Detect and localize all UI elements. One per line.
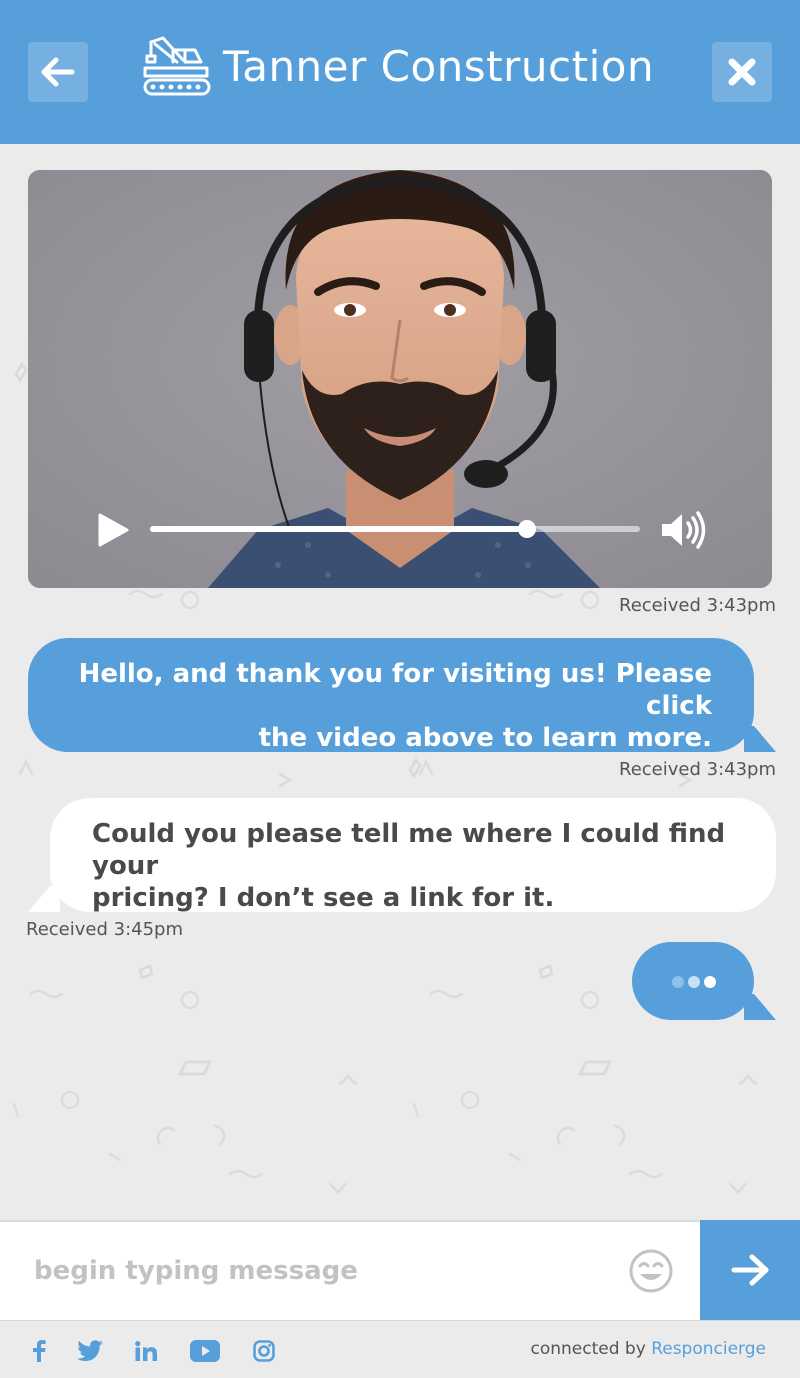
youtube-icon[interactable] <box>190 1339 220 1363</box>
user-message-bubble: Could you please tell me where I could f… <box>50 798 776 913</box>
message-line: the video above to learn more. <box>258 723 712 753</box>
brand: Tanner Construction <box>143 34 654 98</box>
video-timestamp: Received 3:43pm <box>619 595 776 616</box>
facebook-icon[interactable] <box>30 1339 48 1363</box>
message-composer <box>0 1220 800 1320</box>
linkedin-icon[interactable] <box>134 1339 158 1363</box>
typing-bubble-tail <box>744 994 776 1020</box>
crane-icon <box>143 36 211 96</box>
credit-prefix: connected by <box>530 1339 646 1359</box>
close-button[interactable] <box>712 42 772 102</box>
chat-area[interactable]: Received 3:43pm Hello, and thank you for… <box>0 144 800 1220</box>
back-button[interactable] <box>28 42 88 102</box>
agent-bubble-tail <box>744 726 776 752</box>
twitter-icon[interactable] <box>76 1339 104 1363</box>
typing-dot <box>672 976 684 988</box>
video-progress-fill <box>150 526 528 532</box>
video-player[interactable] <box>28 170 772 588</box>
typing-dot <box>704 976 716 988</box>
smiley-icon[interactable] <box>628 1248 674 1294</box>
typing-indicator <box>632 942 754 1020</box>
message-line: pricing? I don’t see a link for it. <box>92 883 555 913</box>
user-bubble-tail <box>28 886 60 912</box>
agent-message-bubble: Hello, and thank you for visiting us! Pl… <box>28 638 754 753</box>
chat-footer: connected by Responcierge <box>0 1320 800 1378</box>
company-name: Tanner Construction <box>223 41 655 91</box>
chat-header: Tanner Construction <box>0 0 800 144</box>
instagram-icon[interactable] <box>252 1339 276 1363</box>
video-progress-bar[interactable] <box>150 520 640 538</box>
arrow-right-icon <box>731 1254 769 1286</box>
message-line: Could you please tell me where I could f… <box>92 819 726 881</box>
close-x-icon <box>728 58 756 86</box>
powered-by-credit: connected by Responcierge <box>531 1339 767 1359</box>
play-icon[interactable] <box>94 512 130 548</box>
arrow-left-icon <box>41 57 75 87</box>
message-input[interactable] <box>0 1222 600 1320</box>
send-button[interactable] <box>700 1220 800 1320</box>
message-timestamp: Received 3:45pm <box>26 919 183 940</box>
volume-icon[interactable] <box>660 510 706 550</box>
message-timestamp: Received 3:43pm <box>619 759 776 780</box>
responcierge-link[interactable]: Responcierge <box>651 1339 766 1359</box>
message-line: Hello, and thank you for visiting us! Pl… <box>78 659 712 721</box>
typing-dot <box>688 976 700 988</box>
